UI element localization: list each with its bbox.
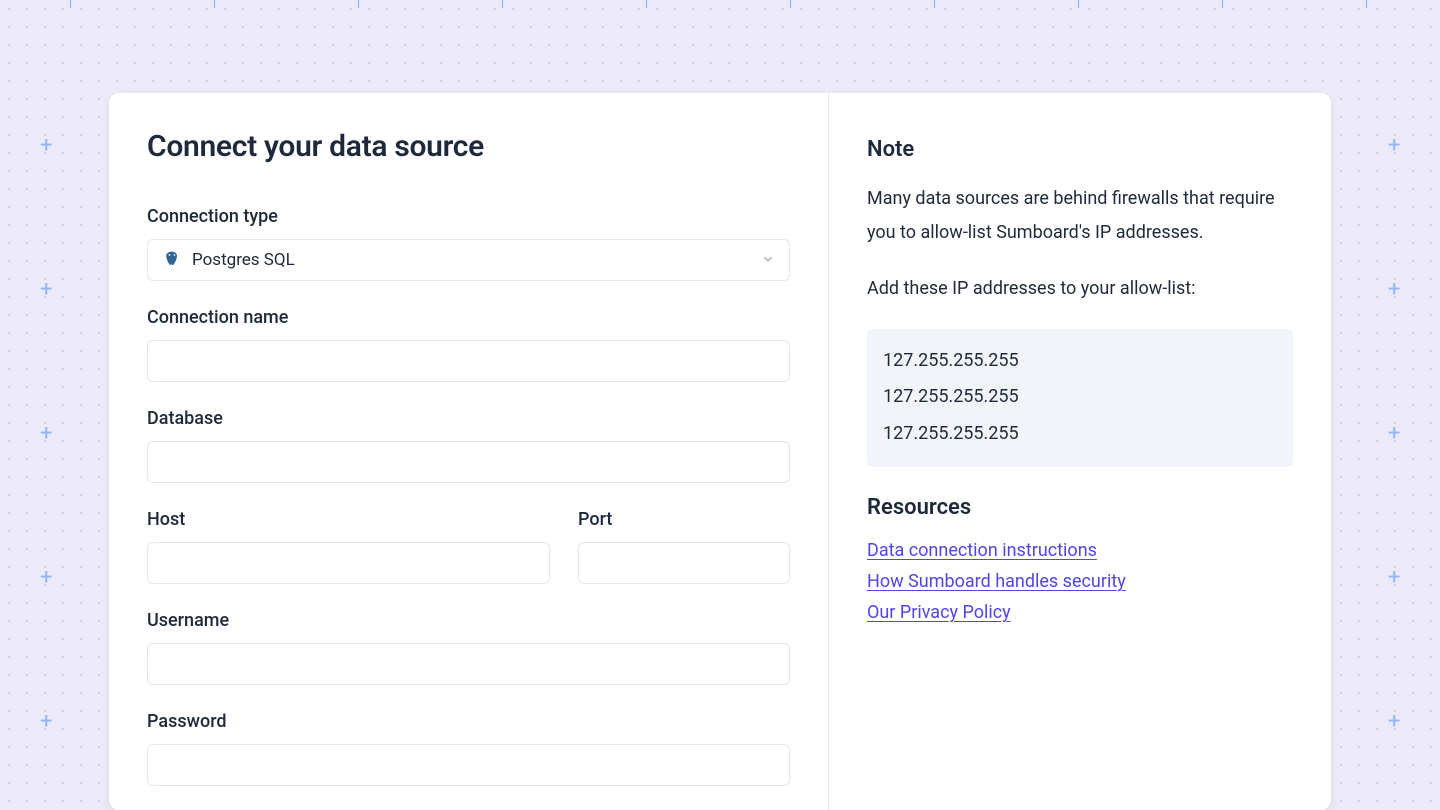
connection-name-input[interactable] xyxy=(147,340,790,382)
note-heading: Note xyxy=(867,137,1293,162)
label-password: Password xyxy=(147,711,790,732)
ruler-ticks xyxy=(0,0,1440,8)
field-connection-type: Connection type Postgres SQL xyxy=(147,206,790,281)
note-text-2: Add these IP addresses to your allow-lis… xyxy=(867,272,1293,306)
label-database: Database xyxy=(147,408,790,429)
host-input[interactable] xyxy=(147,542,550,584)
field-port: Port xyxy=(578,509,790,584)
field-username: Username xyxy=(147,610,790,685)
connect-data-source-card: Connect your data source Connection type… xyxy=(109,93,1331,810)
label-port: Port xyxy=(578,509,790,530)
label-connection-type: Connection type xyxy=(147,206,790,227)
postgres-icon xyxy=(162,250,182,270)
ip-address: 127.255.255.255 xyxy=(883,379,1277,416)
form-panel: Connect your data source Connection type… xyxy=(109,93,829,810)
link-security[interactable]: How Sumboard handles security xyxy=(867,571,1293,592)
label-username: Username xyxy=(147,610,790,631)
ip-address: 127.255.255.255 xyxy=(883,343,1277,380)
sidebar-panel: Note Many data sources are behind firewa… xyxy=(829,93,1331,810)
connection-type-select[interactable]: Postgres SQL xyxy=(147,239,790,281)
chevron-down-icon xyxy=(761,251,775,270)
connection-type-value: Postgres SQL xyxy=(192,250,295,270)
port-input[interactable] xyxy=(578,542,790,584)
link-data-connection-instructions[interactable]: Data connection instructions xyxy=(867,540,1293,561)
row-host-port: Host Port xyxy=(147,509,790,584)
username-input[interactable] xyxy=(147,643,790,685)
resources-heading: Resources xyxy=(867,495,1293,520)
ip-address: 127.255.255.255 xyxy=(883,416,1277,453)
link-privacy-policy[interactable]: Our Privacy Policy xyxy=(867,602,1293,623)
field-connection-name: Connection name xyxy=(147,307,790,382)
database-input[interactable] xyxy=(147,441,790,483)
field-host: Host xyxy=(147,509,550,584)
ip-allow-list: 127.255.255.255 127.255.255.255 127.255.… xyxy=(867,329,1293,468)
field-password: Password xyxy=(147,711,790,786)
label-host: Host xyxy=(147,509,550,530)
page-title: Connect your data source xyxy=(147,129,790,164)
label-connection-name: Connection name xyxy=(147,307,790,328)
resources-links: Data connection instructions How Sumboar… xyxy=(867,540,1293,623)
field-database: Database xyxy=(147,408,790,483)
note-text-1: Many data sources are behind firewalls t… xyxy=(867,182,1293,250)
password-input[interactable] xyxy=(147,744,790,786)
